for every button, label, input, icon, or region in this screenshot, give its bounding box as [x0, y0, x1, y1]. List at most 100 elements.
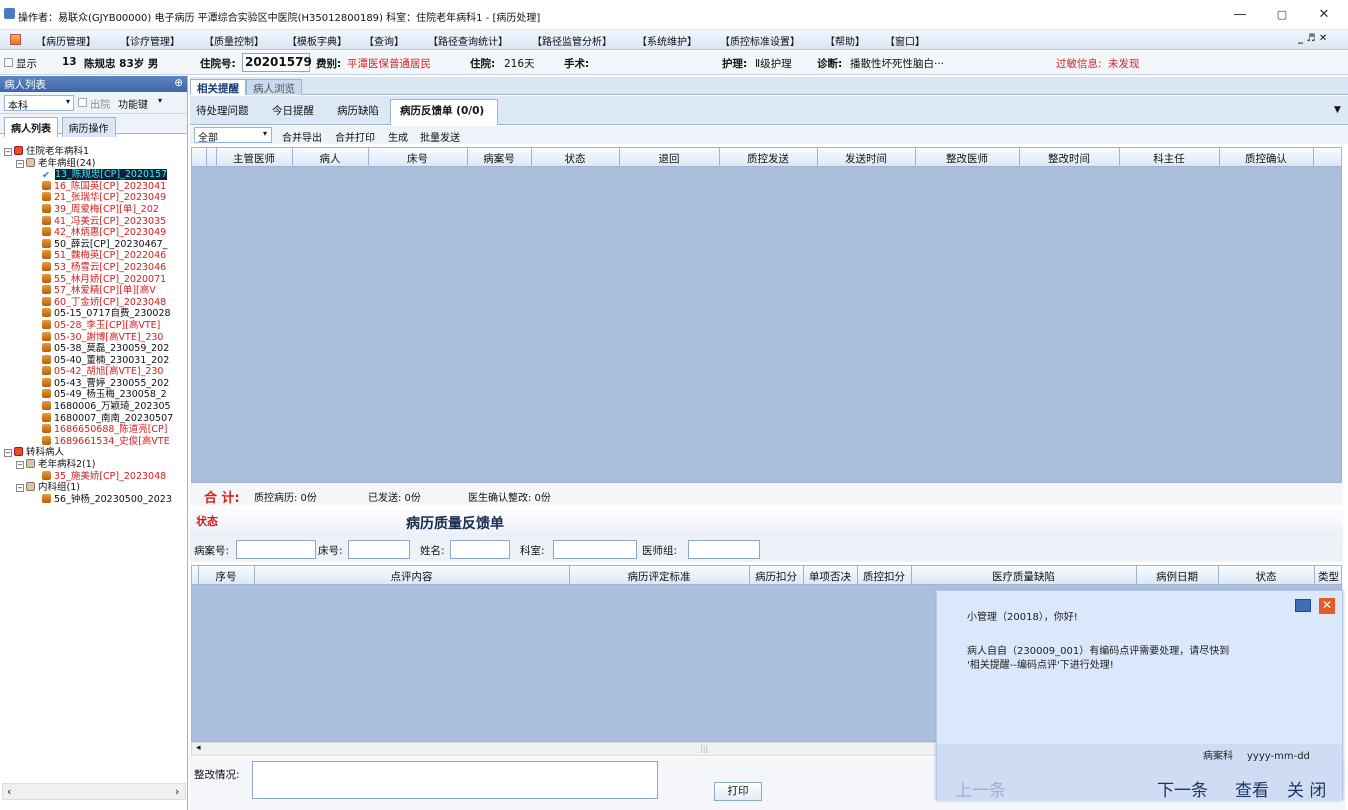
- dept-input[interactable]: [553, 540, 637, 559]
- tree-node[interactable]: 51_魏梅英[CP]_2022046: [4, 250, 184, 262]
- tree-node[interactable]: − 转科病人: [4, 447, 184, 459]
- tab-today-reminders[interactable]: 今日提醒: [272, 103, 314, 118]
- tree-node[interactable]: 50_薛云[CP]_20230467_: [4, 238, 184, 251]
- tree-node[interactable]: − 住院老年病科1: [4, 146, 184, 158]
- tree-node[interactable]: 42_林炳惠[CP]_2023049: [4, 227, 184, 239]
- tree-node[interactable]: 56_钟杨_20230500_2023: [4, 493, 184, 506]
- popup-close-icon[interactable]: ✕: [1319, 598, 1335, 614]
- col-veto[interactable]: 单项否决: [803, 569, 857, 584]
- col-qc-send[interactable]: 质控发送: [719, 151, 817, 166]
- tree-node[interactable]: 1686650688_陈道亮[CP]: [4, 424, 184, 436]
- doctor-group-input[interactable]: [688, 540, 760, 559]
- minimize-button[interactable]: —: [1220, 4, 1260, 26]
- menu-record-mgmt[interactable]: 【病历管理】: [36, 33, 96, 48]
- menu-qc-standard[interactable]: 【质控标准设置】: [720, 33, 800, 48]
- tree-node[interactable]: 57_林爱精[CP][单][高V: [4, 285, 184, 297]
- close-button[interactable]: ✕: [1304, 4, 1344, 26]
- tree-node[interactable]: 39_周爱梅[CP][单]_202: [4, 203, 184, 216]
- tree-expander-icon[interactable]: −: [4, 148, 12, 156]
- left-horizontal-scrollbar[interactable]: ‹ ›: [2, 783, 186, 800]
- generate-button[interactable]: 生成: [388, 129, 408, 144]
- tree-expander-icon[interactable]: −: [16, 461, 24, 470]
- tab-pending-issues[interactable]: 待处理问题: [196, 103, 249, 118]
- tree-node[interactable]: 05-49_杨玉梅_230058_2: [4, 389, 184, 401]
- menu-window[interactable]: 【窗口】: [885, 33, 925, 48]
- col-quality-defect[interactable]: 医疗质量缺陷: [911, 569, 1136, 584]
- tree-expander-icon[interactable]: −: [16, 484, 24, 493]
- menu-system[interactable]: 【系统维护】: [637, 33, 697, 48]
- rectify-textarea[interactable]: [252, 761, 658, 799]
- prev-message-button[interactable]: 上一条: [955, 776, 1006, 801]
- tree-node[interactable]: − 老年病科2(1): [4, 459, 184, 471]
- pin-icon[interactable]: ⊕: [174, 77, 183, 89]
- col-dept-head[interactable]: 科主任: [1119, 151, 1219, 166]
- name-input[interactable]: [450, 540, 510, 559]
- col-eval-standard[interactable]: 病历评定标准: [569, 569, 749, 584]
- tab-feedback-form[interactable]: 病历反馈单 (0/0): [400, 103, 484, 118]
- scroll-left-icon[interactable]: ◂: [196, 743, 201, 753]
- tree-node[interactable]: 53_杨雪云[CP]_2023046: [4, 261, 184, 274]
- tree-node[interactable]: 60_丁金娇[CP]_2023048: [4, 296, 184, 309]
- print-button[interactable]: 打印: [714, 782, 762, 801]
- tree-node[interactable]: 05-28_李玉[CP][高VTE]: [4, 319, 184, 332]
- tree-node[interactable]: 41_冯美云[CP]_2023035: [4, 215, 184, 228]
- tree-node[interactable]: 35_施美娇[CP]_2023048: [4, 470, 184, 483]
- tab-record-defects[interactable]: 病历缺陷: [337, 103, 379, 118]
- col-seq[interactable]: 序号: [198, 569, 254, 584]
- scroll-grip-icon[interactable]: |||: [700, 744, 708, 753]
- tree-node[interactable]: 16_陈国英[CP]_2023041: [4, 180, 184, 193]
- col-rectify-doctor[interactable]: 整改医师: [915, 151, 1019, 166]
- col-qc-deduct[interactable]: 质控扣分: [857, 569, 911, 584]
- tree-node[interactable]: 05-30_謝博[高VTE]_230: [4, 331, 184, 344]
- close-popup-button[interactable]: 关 闭: [1287, 776, 1326, 801]
- scroll-right-icon[interactable]: ›: [175, 785, 179, 798]
- menu-help[interactable]: 【帮助】: [825, 33, 865, 48]
- menu-quality-control[interactable]: 【质量控制】: [204, 33, 264, 48]
- col-patient[interactable]: 病人: [292, 151, 368, 166]
- tree-node[interactable]: 1680007_南南_20230507: [4, 412, 184, 425]
- tree-node[interactable]: ✔ 13_陈规忠[CP]_2020157: [4, 169, 184, 181]
- col-bed[interactable]: 床号: [368, 151, 467, 166]
- tab-patient-list[interactable]: 病人列表: [4, 117, 58, 137]
- tree-node[interactable]: 05-40_董楠_230031_202: [4, 354, 184, 367]
- function-keys-button[interactable]: 功能键: [118, 96, 148, 111]
- tree-node[interactable]: − 老年病组(24): [4, 157, 184, 170]
- tree-node[interactable]: 55_林月娇[CP]_2020071: [4, 273, 184, 286]
- next-message-button[interactable]: 下一条: [1157, 776, 1208, 801]
- col-review-content[interactable]: 点评内容: [254, 569, 569, 584]
- menu-path-analysis[interactable]: 【路径监管分析】: [532, 33, 612, 48]
- col-attending[interactable]: 主管医师: [216, 151, 292, 166]
- col-status[interactable]: 状态: [531, 151, 619, 166]
- popup-window-icon[interactable]: [1295, 599, 1311, 612]
- tree-node[interactable]: 21_张瑞华[CP]_2023049: [4, 192, 184, 204]
- col-qc-confirm[interactable]: 质控确认: [1219, 151, 1313, 166]
- status-filter-select[interactable]: 全部 ▾: [194, 127, 272, 144]
- chevron-down-icon[interactable]: ▼: [1334, 105, 1341, 115]
- menu-path-stats[interactable]: 【路径查询统计】: [428, 33, 508, 48]
- col-send-time[interactable]: 发送时间: [817, 151, 915, 166]
- tree-expander-icon[interactable]: −: [16, 159, 24, 168]
- tab-record-ops[interactable]: 病历操作: [61, 117, 116, 137]
- col-rectify-time[interactable]: 整改时间: [1019, 151, 1119, 166]
- menu-template-dict[interactable]: 【模板字典】: [287, 33, 347, 48]
- col-status2[interactable]: 状态: [1218, 569, 1314, 584]
- tree-node[interactable]: 1680006_万颖琦_202305: [4, 401, 184, 413]
- mdi-controls[interactable]: _ ♬ ✕: [1298, 33, 1327, 44]
- col-case-no[interactable]: 病案号: [467, 151, 531, 166]
- tab-related-reminders[interactable]: 相关提醒: [190, 79, 246, 95]
- tab-patient-browse[interactable]: 病人浏览: [246, 79, 302, 95]
- view-button[interactable]: 查看: [1235, 776, 1269, 801]
- tree-node[interactable]: 05-43_曹婷_230055_202: [4, 377, 184, 390]
- bed-input[interactable]: [348, 540, 410, 559]
- maximize-button[interactable]: ▢: [1262, 4, 1302, 26]
- merge-export-button[interactable]: 合并导出: [282, 129, 322, 144]
- merge-print-button[interactable]: 合并打印: [335, 129, 375, 144]
- menu-query[interactable]: 【查询】: [364, 33, 404, 48]
- col-case-date[interactable]: 病例日期: [1136, 569, 1218, 584]
- col-type[interactable]: 类型: [1314, 569, 1344, 584]
- menu-diagnosis-mgmt[interactable]: 【诊疗管理】: [120, 33, 180, 48]
- case-no-input[interactable]: [236, 540, 316, 559]
- col-return[interactable]: 退回: [619, 151, 719, 166]
- discharged-checkbox[interactable]: [78, 98, 87, 107]
- tree-node[interactable]: 05-42_胡旭[高VTE]_230: [4, 366, 184, 378]
